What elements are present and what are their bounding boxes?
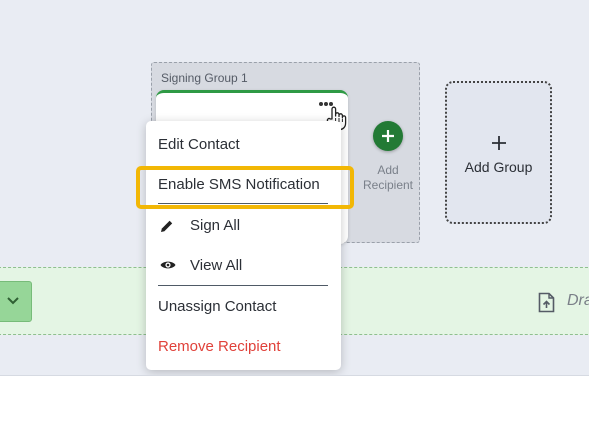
eye-icon [160, 261, 176, 269]
drop-zone-text: Dra [567, 292, 589, 309]
menu-item-unassign-contact[interactable]: Unassign Contact [158, 298, 276, 316]
menu-item-remove-recipient[interactable]: Remove Recipient [158, 338, 281, 356]
contact-options-menu: Edit Contact Enable SMS Notification Sig… [146, 121, 341, 370]
add-group-label: Add Group [464, 159, 533, 175]
add-recipient-button[interactable] [373, 121, 403, 151]
menu-item-view-all[interactable]: View All [190, 257, 242, 275]
add-group-button[interactable]: Add Group [445, 81, 552, 224]
expand-toggle-button[interactable] [0, 281, 32, 322]
bottom-panel [0, 375, 589, 426]
menu-divider [158, 285, 328, 286]
menu-item-sign-all[interactable]: Sign All [190, 217, 240, 235]
highlight-box [136, 166, 354, 209]
pencil-icon [161, 220, 173, 232]
add-recipient-label[interactable]: Add Recipient [358, 163, 418, 193]
chevron-down-icon [7, 297, 19, 305]
menu-item-edit-contact[interactable]: Edit Contact [158, 136, 240, 154]
plus-icon [382, 130, 394, 142]
signing-group-title: Signing Group 1 [161, 71, 248, 85]
plus-icon [492, 136, 506, 150]
file-upload-icon [538, 292, 555, 313]
